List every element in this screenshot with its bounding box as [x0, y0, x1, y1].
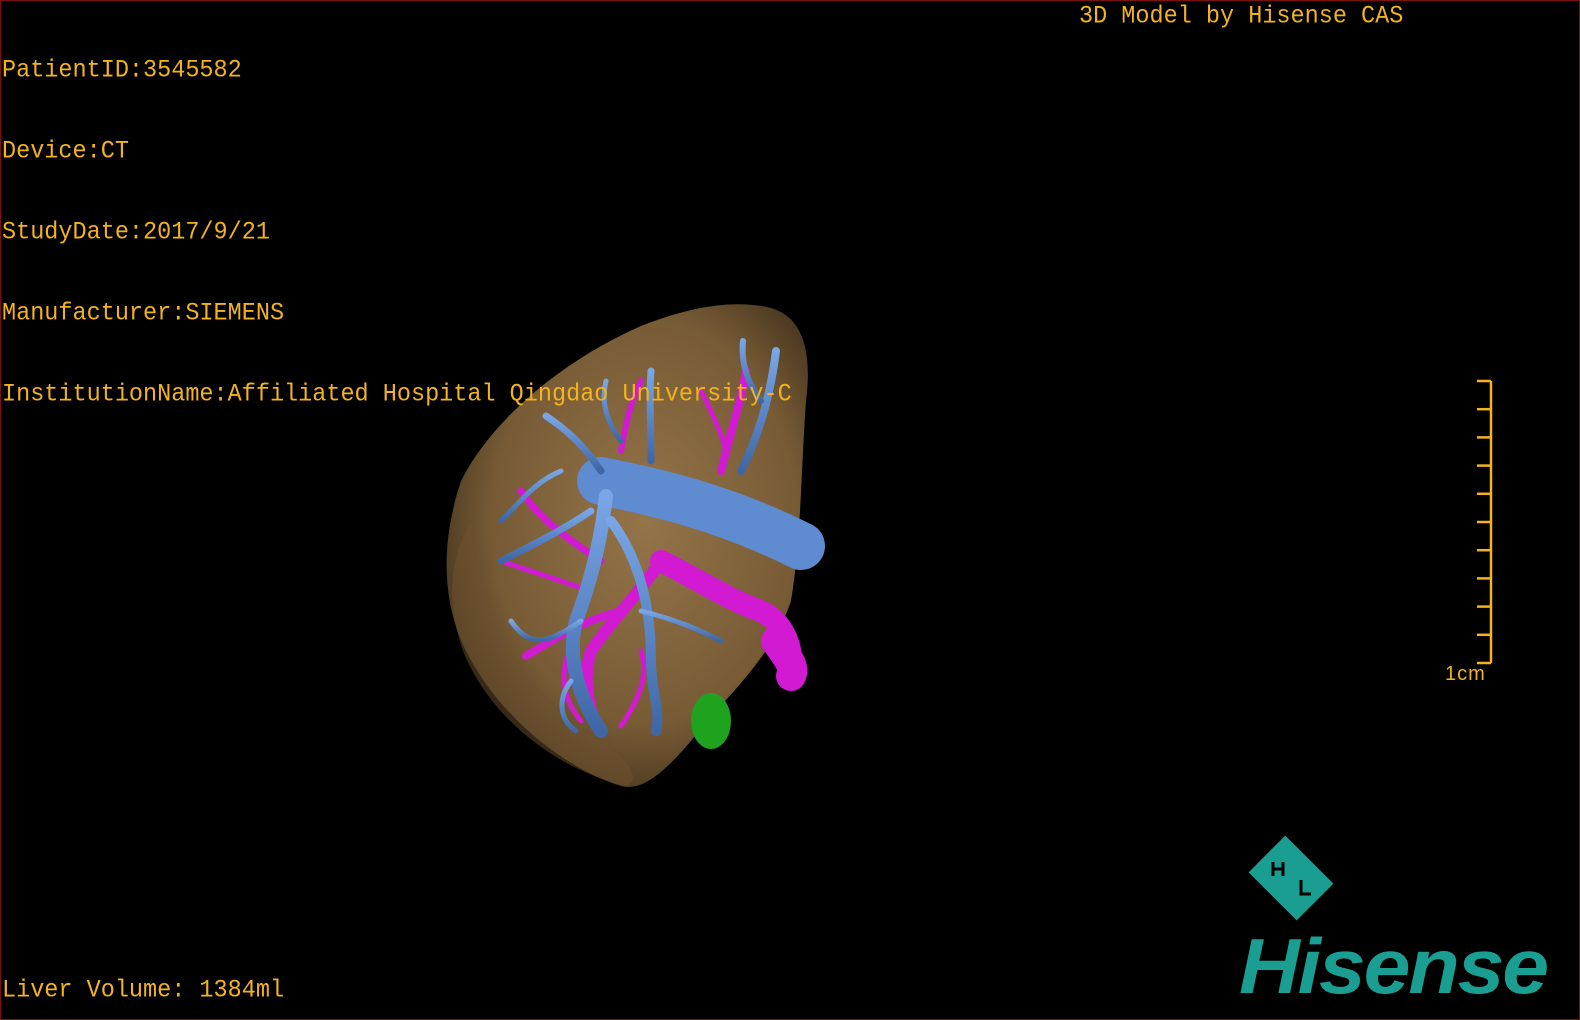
3d-viewport[interactable]: PatientID:3545582 Device:CT StudyDate:20…: [0, 0, 1580, 1020]
scale-bar: [1477, 379, 1493, 665]
manufacturer: Manufacturer:SIEMENS: [2, 298, 285, 329]
device: Device:CT: [2, 136, 129, 167]
hisense-logo-text: Hisense: [1239, 922, 1549, 1010]
dicom-info-overlay: PatientID:3545582 Device:CT StudyDate:20…: [2, 3, 792, 462]
study-date: StudyDate:2017/9/21: [2, 217, 270, 248]
liver-volume: Liver Volume: 1384ml: [2, 975, 285, 1006]
patient-id: PatientID:3545582: [2, 55, 242, 86]
lesion[interactable]: [691, 693, 731, 749]
scale-bar-label: 1cm: [1445, 663, 1486, 685]
model-title: 3D Model by Hisense CAS: [1079, 1, 1404, 32]
institution-name: InstitutionName:Affiliated Hospital Qing…: [2, 379, 792, 410]
